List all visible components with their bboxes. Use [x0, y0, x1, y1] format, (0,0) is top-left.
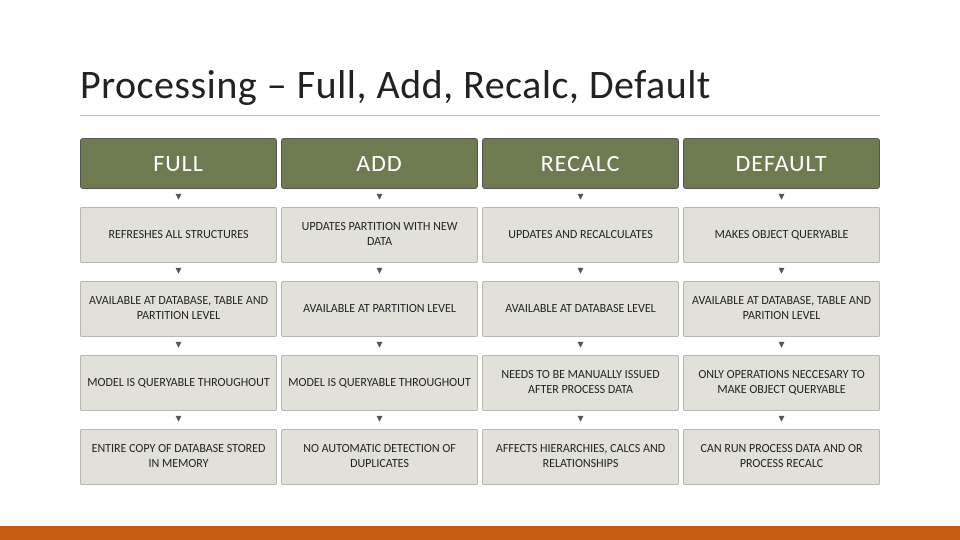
column-head: RECALC [482, 138, 679, 189]
cell: UPDATES PARTITION WITH NEW DATA [281, 207, 478, 263]
cell: AVAILABLE AT DATABASE, TABLE AND PARTITI… [80, 281, 277, 337]
arrow-down-icon: ▾ [778, 337, 784, 355]
cell: REFRESHES ALL STRUCTURES [80, 207, 277, 263]
cell: NEEDS TO BE MANUALLY ISSUED AFTER PROCES… [482, 355, 679, 411]
arrow-down-icon: ▾ [376, 411, 382, 429]
cell: MODEL IS QUERYABLE THROUGHOUT [281, 355, 478, 411]
footer-accent-bar [0, 526, 960, 540]
column-head: FULL [80, 138, 277, 189]
cell: ONLY OPERATIONS NECCESARY TO MAKE OBJECT… [683, 355, 880, 411]
arrow-down-icon: ▾ [376, 337, 382, 355]
column-head: DEFAULT [683, 138, 880, 189]
title-underline [80, 115, 880, 116]
cell: CAN RUN PROCESS DATA AND OR PROCESS RECA… [683, 429, 880, 485]
cell: AVAILABLE AT DATABASE, TABLE AND PARITIO… [683, 281, 880, 337]
cell: AFFECTS HIERARCHIES, CALCS AND RELATIONS… [482, 429, 679, 485]
cell: ENTIRE COPY OF DATABASE STORED IN MEMORY [80, 429, 277, 485]
arrow-down-icon: ▾ [577, 411, 583, 429]
arrow-down-icon: ▾ [778, 189, 784, 207]
arrow-down-icon: ▾ [577, 189, 583, 207]
cell: MODEL IS QUERYABLE THROUGHOUT [80, 355, 277, 411]
cell: MAKES OBJECT QUERYABLE [683, 207, 880, 263]
column-add: ADD ▾ UPDATES PARTITION WITH NEW DATA ▾ … [281, 138, 478, 485]
arrow-down-icon: ▾ [778, 411, 784, 429]
arrow-down-icon: ▾ [175, 263, 181, 281]
cell: AVAILABLE AT DATABASE LEVEL [482, 281, 679, 337]
cell: AVAILABLE AT PARTITION LEVEL [281, 281, 478, 337]
column-head: ADD [281, 138, 478, 189]
arrow-down-icon: ▾ [376, 263, 382, 281]
arrow-down-icon: ▾ [577, 263, 583, 281]
arrow-down-icon: ▾ [175, 189, 181, 207]
column-full: FULL ▾ REFRESHES ALL STRUCTURES ▾ AVAILA… [80, 138, 277, 485]
column-default: DEFAULT ▾ MAKES OBJECT QUERYABLE ▾ AVAIL… [683, 138, 880, 485]
cell: NO AUTOMATIC DETECTION OF DUPLICATES [281, 429, 478, 485]
comparison-grid: FULL ▾ REFRESHES ALL STRUCTURES ▾ AVAILA… [80, 138, 880, 485]
arrow-down-icon: ▾ [778, 263, 784, 281]
arrow-down-icon: ▾ [175, 411, 181, 429]
arrow-down-icon: ▾ [175, 337, 181, 355]
column-recalc: RECALC ▾ UPDATES AND RECALCULATES ▾ AVAI… [482, 138, 679, 485]
arrow-down-icon: ▾ [577, 337, 583, 355]
arrow-down-icon: ▾ [376, 189, 382, 207]
slide: Processing – Full, Add, Recalc, Default … [0, 0, 960, 540]
slide-title: Processing – Full, Add, Recalc, Default [80, 60, 880, 109]
cell: UPDATES AND RECALCULATES [482, 207, 679, 263]
